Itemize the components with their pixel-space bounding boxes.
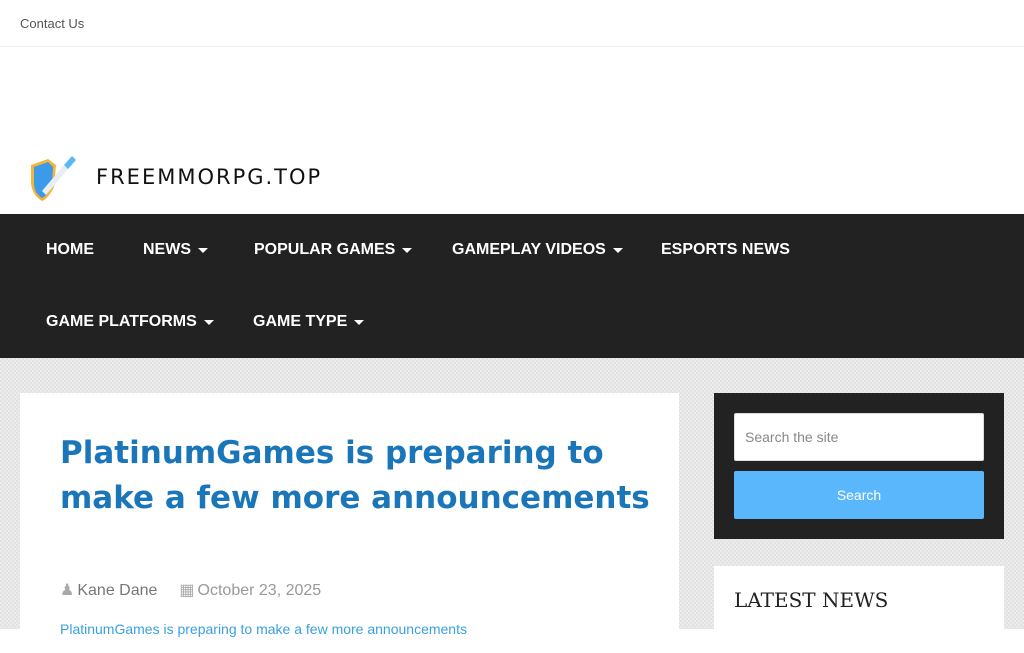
caret-down-icon	[612, 247, 623, 253]
contact-us-link[interactable]: Contact Us	[20, 16, 84, 31]
latest-news-heading: LATEST NEWS	[734, 588, 889, 612]
site-header: FREEMMORPG.TOP	[0, 47, 1024, 214]
nav-home[interactable]: HOME	[46, 241, 94, 259]
shield-sword-icon	[31, 156, 76, 201]
user-icon: ♟	[60, 582, 75, 599]
nav-gameplay-videos[interactable]: GAMEPLAY VIDEOS	[452, 241, 623, 259]
nav-esports-news[interactable]: ESPORTS NEWS	[661, 241, 790, 259]
article-image-broken[interactable]: PlatinumGames is preparing to make a few…	[60, 621, 467, 637]
nav-popular-games[interactable]: POPULAR GAMES	[254, 241, 413, 259]
nav-game-platforms[interactable]: GAME PLATFORMS	[46, 313, 214, 331]
latest-news-widget: LATEST NEWS	[714, 566, 1004, 646]
caret-down-icon	[203, 319, 214, 325]
caret-down-icon	[198, 247, 208, 253]
calendar-icon: ▦	[179, 582, 195, 599]
article-meta: ♟ Kane Dane ▦ October 23, 2025	[60, 580, 321, 600]
search-widget: Search	[714, 393, 1004, 539]
caret-down-icon	[354, 319, 365, 325]
nav-news[interactable]: NEWS	[143, 241, 208, 259]
search-input[interactable]	[734, 413, 984, 461]
article-card: PlatinumGames is preparing to make a few…	[20, 393, 679, 653]
nav-game-type[interactable]: GAME TYPE	[253, 313, 365, 331]
caret-down-icon	[402, 247, 413, 253]
top-bar: Contact Us	[0, 0, 1024, 47]
author[interactable]: ♟ Kane Dane	[60, 580, 157, 600]
content-area: PlatinumGames is preparing to make a few…	[0, 358, 1024, 653]
main-nav: HOME NEWS POPULAR GAMES GAMEPLAY VIDEOS …	[0, 214, 1024, 358]
article-title[interactable]: PlatinumGames is preparing to make a few…	[60, 431, 660, 521]
search-button[interactable]: Search	[734, 471, 984, 519]
post-date: ▦ October 23, 2025	[179, 582, 322, 599]
